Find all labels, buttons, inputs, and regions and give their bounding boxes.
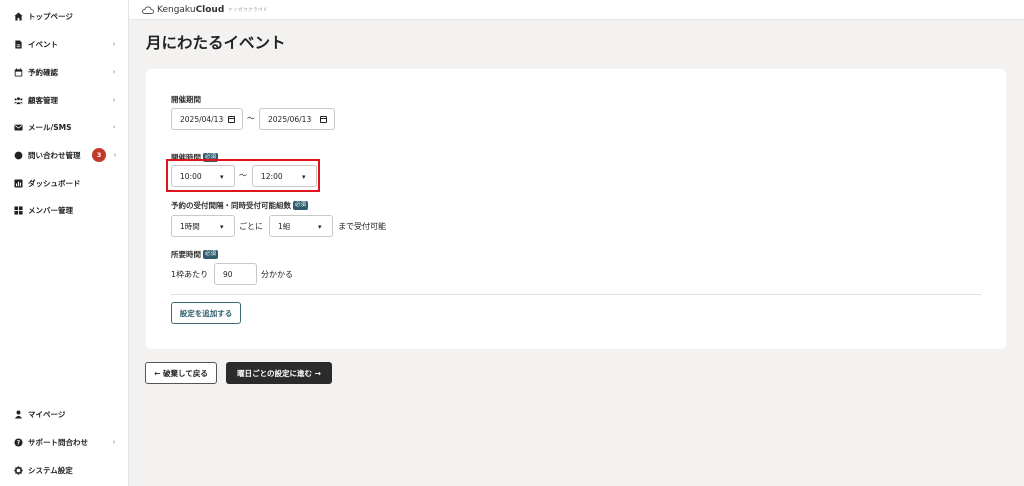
sidebar-item-customers[interactable]: 顧客管理 › (0, 90, 129, 110)
interval-mid-text: ごとに (239, 222, 263, 231)
logo-text: KengakuCloud (157, 4, 225, 15)
chevron-right-icon: › (112, 40, 116, 48)
page-title: 月にわたるイベント (146, 34, 286, 52)
sidebar-item-mypage[interactable]: マイページ (0, 404, 129, 424)
add-setting-button[interactable]: 設定を追加する (171, 302, 241, 324)
help-icon: ? (14, 437, 23, 447)
period-start-date-input[interactable]: 2025/04/13 (171, 108, 243, 130)
sidebar-item-label: ダッシュボード (28, 178, 81, 188)
sidebar-item-label: 予約確認 (28, 67, 58, 77)
sidebar-item-inquiries[interactable]: 問い合わせ管理 3 › (0, 145, 129, 165)
sidebar-item-label: イベント (28, 39, 58, 49)
duration-label: 所要時間 必須 (171, 250, 219, 259)
sidebar-item-label: サポート問合わせ (28, 437, 88, 447)
calendar-icon[interactable] (320, 116, 327, 123)
sidebar-item-label: システム設定 (28, 465, 73, 475)
interval-label: 予約の受付間隔・同時受付可能組数 必須 (171, 201, 309, 210)
sidebar-item-dashboard[interactable]: ダッシュボード (0, 173, 129, 193)
calendar-icon (14, 67, 23, 77)
interval-select[interactable]: 1時間 ▾ (171, 215, 235, 237)
required-badge: 必須 (203, 250, 219, 259)
groups-select[interactable]: 1組 ▾ (269, 215, 333, 237)
chevron-down-icon: ▾ (318, 223, 322, 231)
app-logo[interactable]: KengakuCloud ケンガククラウド (142, 0, 268, 20)
sidebar-item-event[interactable]: イベント › (0, 34, 129, 54)
sidebar-item-members[interactable]: メンバー管理 (0, 200, 129, 220)
period-start-value: 2025/04/13 (180, 114, 224, 124)
next-weekday-settings-button[interactable]: 曜日ごとの設定に進む → (226, 362, 332, 384)
gear-icon (14, 465, 23, 475)
duration-value: 90 (223, 269, 233, 279)
discard-back-button[interactable]: ← 破棄して戻る (145, 362, 217, 384)
period-separator: 〜 (247, 114, 255, 123)
duration-input[interactable]: 90 (214, 263, 257, 285)
chart-icon (14, 178, 23, 188)
sidebar: トップページ イベント › 予約確認 › 顧客管理 › メール/SMS › 問い… (0, 0, 129, 486)
highlight-box (166, 159, 320, 192)
sidebar-item-mail-sms[interactable]: メール/SMS › (0, 117, 129, 137)
duration-prefix: 1枠あたり (171, 270, 209, 279)
period-label: 開催期間 (171, 95, 201, 104)
chevron-right-icon: › (112, 68, 116, 76)
sidebar-item-label: メール/SMS (28, 122, 72, 132)
sidebar-item-support[interactable]: ? サポート問合わせ › (0, 432, 129, 452)
interval-suffix: まで受付可能 (338, 222, 386, 231)
users-icon (14, 96, 23, 105)
chat-icon (14, 151, 23, 160)
top-header: KengakuCloud ケンガククラウド (129, 0, 1024, 20)
logo-subtext: ケンガククラウド (228, 7, 268, 13)
sidebar-item-label: マイページ (28, 409, 66, 419)
sidebar-item-label: 問い合わせ管理 (28, 150, 81, 160)
grid-icon (14, 205, 23, 215)
sidebar-item-reservation[interactable]: 予約確認 › (0, 62, 129, 82)
chevron-right-icon: › (112, 438, 116, 446)
period-end-date-input[interactable]: 2025/06/13 (259, 108, 335, 130)
cloud-logo-icon (142, 6, 154, 14)
sidebar-item-system-settings[interactable]: システム設定 (0, 460, 129, 480)
chevron-right-icon: › (113, 151, 117, 159)
chevron-right-icon: › (112, 96, 116, 104)
groups-value: 1組 (278, 221, 291, 231)
period-end-value: 2025/06/13 (268, 114, 312, 124)
divider (171, 294, 981, 295)
mail-icon (14, 123, 23, 132)
notification-badge: 3 (92, 148, 106, 162)
sidebar-item-label: 顧客管理 (28, 95, 58, 105)
sidebar-item-top-page[interactable]: トップページ (0, 6, 129, 26)
interval-value: 1時間 (180, 221, 200, 231)
sidebar-item-label: メンバー管理 (28, 205, 73, 215)
duration-suffix: 分かかる (261, 270, 293, 279)
sidebar-item-label: トップページ (28, 11, 73, 21)
document-icon (14, 39, 23, 49)
chevron-right-icon: › (112, 123, 116, 131)
person-icon (14, 410, 23, 419)
calendar-icon[interactable] (228, 116, 235, 123)
home-icon (14, 11, 23, 21)
chevron-down-icon: ▾ (220, 223, 224, 231)
required-badge: 必須 (293, 201, 309, 210)
